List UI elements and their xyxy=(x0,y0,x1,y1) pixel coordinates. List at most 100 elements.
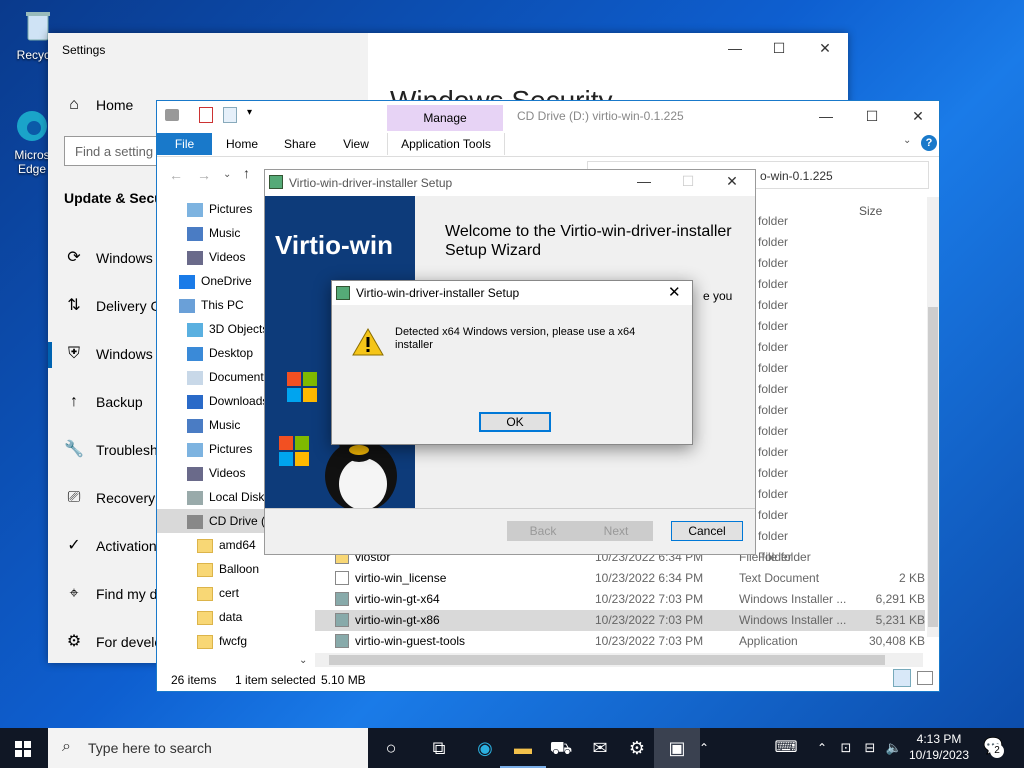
properties-icon[interactable] xyxy=(199,107,213,123)
tab-application-tools[interactable]: Application Tools xyxy=(387,133,505,155)
show-hidden-icons-icon[interactable]: ⌃ xyxy=(810,728,834,768)
new-folder-icon[interactable] xyxy=(223,107,237,123)
installer-minimize-button[interactable]: — xyxy=(621,168,667,194)
cortana-icon[interactable]: ○ xyxy=(368,728,414,768)
ribbon-expand-icon[interactable]: ⌄ xyxy=(903,135,911,146)
tree-item[interactable]: cert xyxy=(197,581,239,605)
developer-icon: ⚙ xyxy=(66,633,82,650)
horizontal-scroll-thumb[interactable] xyxy=(329,655,885,665)
file-date: 10/23/2022 6:34 PM xyxy=(595,571,704,585)
tree-item[interactable]: Documents xyxy=(187,365,270,389)
file-size: 5,231 KB xyxy=(875,613,925,627)
cancel-button[interactable]: Cancel xyxy=(671,521,743,541)
file-date: 10/23/2022 7:03 PM xyxy=(595,634,704,648)
file-row[interactable]: virtio-win-guest-tools 10/23/2022 7:03 PM… xyxy=(315,631,925,652)
file-row[interactable]: virtio-win_license 10/23/2022 6:34 PM Text… xyxy=(315,568,925,589)
task-view-icon[interactable]: ⧉ xyxy=(416,728,462,768)
tab-view[interactable]: View xyxy=(333,133,379,155)
tree-item[interactable]: Music xyxy=(187,413,240,437)
recent-locations-button[interactable]: ⌄ xyxy=(223,169,231,180)
installer-maximize-button[interactable]: ☐ xyxy=(665,168,711,194)
file-type: folder xyxy=(758,298,789,312)
explorer-close-button[interactable]: ✕ xyxy=(895,101,941,131)
file-row[interactable]: virtio-win-gt-x64 10/23/2022 7:03 PM Windo… xyxy=(315,589,925,610)
music-icon xyxy=(187,418,203,433)
explorer-maximize-button[interactable]: ☐ xyxy=(849,101,895,131)
file-type: folder xyxy=(758,235,789,249)
settings-close-button[interactable]: ✕ xyxy=(802,33,848,63)
tree-item[interactable]: data xyxy=(197,605,242,629)
file-rows-container: vlostor 10/23/2022 6:34 PM File folder virt… xyxy=(315,547,925,657)
tree-item[interactable]: Videos xyxy=(187,245,245,269)
tree-item[interactable]: Videos xyxy=(187,461,245,485)
ok-button[interactable]: OK xyxy=(479,412,551,432)
settings-maximize-button[interactable]: ☐ xyxy=(756,33,802,63)
edge-icon xyxy=(14,108,50,144)
tab-file[interactable]: File xyxy=(157,133,212,155)
explorer-minimize-button[interactable]: — xyxy=(803,101,849,131)
file-type: folder xyxy=(758,277,789,291)
pictures-icon xyxy=(187,442,203,457)
nav-pane-scroll-down[interactable]: ⌄ xyxy=(299,655,307,666)
notification-center-icon[interactable]: 💬 2 xyxy=(980,736,1006,758)
windows-start-icon xyxy=(15,741,31,758)
tree-item[interactable]: Pictures xyxy=(187,197,252,221)
installer-close-button[interactable]: ✕ xyxy=(709,168,755,194)
localdisk-icon xyxy=(187,490,203,505)
up-nav-button[interactable]: ↑ xyxy=(243,165,250,181)
tree-item-label: Local Disk xyxy=(209,490,265,504)
keyboard-icon[interactable]: ⌨ xyxy=(764,728,808,768)
help-icon[interactable]: ? xyxy=(921,135,937,151)
start-button[interactable] xyxy=(0,728,46,768)
tree-item-label: 3D Objects xyxy=(209,322,269,336)
cddrive-icon xyxy=(187,514,203,529)
tree-item[interactable]: Local Disk xyxy=(187,485,264,509)
tree-item[interactable]: Desktop xyxy=(187,341,253,365)
tree-item[interactable]: 3D Objects xyxy=(187,317,268,341)
installer-app-icon xyxy=(269,175,283,189)
active-indicator xyxy=(48,342,52,368)
tree-item[interactable]: Balloon xyxy=(197,557,259,581)
tree-item[interactable]: Pictures xyxy=(187,437,252,461)
installer-titlebar: Virtio-win-driver-installer Setup — ☐ ✕ xyxy=(265,170,755,196)
file-type: folder xyxy=(758,424,789,438)
tree-item[interactable]: Music xyxy=(187,221,240,245)
large-icons-view-button[interactable] xyxy=(917,671,933,685)
tab-share[interactable]: Share xyxy=(277,133,323,155)
back-button[interactable]: Back xyxy=(507,521,579,541)
volume-icon[interactable]: 🔈 xyxy=(882,728,906,768)
modal-close-button[interactable]: ✕ xyxy=(668,283,681,301)
address-text: o-win-0.1.225 xyxy=(760,169,833,183)
device-icon[interactable]: ⊟ xyxy=(858,728,882,768)
clock[interactable]: 4:13 PM 10/19/2023 xyxy=(908,731,970,763)
tree-item[interactable]: OneDrive xyxy=(179,269,252,293)
next-button[interactable]: Next xyxy=(579,521,653,541)
documents-icon xyxy=(187,370,203,385)
tree-item[interactable]: fwcfg xyxy=(197,629,247,653)
tree-item-label: Desktop xyxy=(209,346,254,360)
vertical-scroll-thumb[interactable] xyxy=(928,307,938,627)
back-nav-button[interactable]: ← xyxy=(169,167,183,183)
customize-toolbar-icon[interactable]: ▾ xyxy=(247,107,252,118)
details-view-button[interactable] xyxy=(893,669,911,687)
folder-icon xyxy=(197,610,213,625)
status-selection: 1 item selected xyxy=(235,673,316,687)
forward-nav-button[interactable]: → xyxy=(197,167,211,183)
horizontal-scrollbar[interactable] xyxy=(315,653,923,667)
file-name: virtio-win_license xyxy=(355,571,447,585)
vertical-scrollbar[interactable] xyxy=(927,197,939,637)
file-type: folder xyxy=(758,256,789,270)
tree-item[interactable]: This PC xyxy=(179,293,244,317)
settings-minimize-button[interactable]: — xyxy=(712,33,758,63)
tree-item[interactable]: amd64 xyxy=(197,533,256,557)
tree-item[interactable]: Downloads xyxy=(187,389,268,413)
file-row[interactable]: virtio-win-gt-x86 10/23/2022 7:03 PM Windo… xyxy=(315,610,925,631)
overflow-chevron-icon[interactable]: ⌃ xyxy=(684,728,724,768)
tab-home[interactable]: Home xyxy=(219,133,265,155)
network-icon[interactable]: ⊡ xyxy=(834,728,858,768)
file-type: folder xyxy=(758,487,789,501)
taskbar-search-box[interactable]: ⌕ Type here to search xyxy=(48,728,368,768)
installer-welcome-heading: Welcome to the Virtio-win-driver-install… xyxy=(445,223,732,259)
file-type: Text Document xyxy=(739,571,820,585)
status-item-count: 26 items xyxy=(171,673,217,687)
